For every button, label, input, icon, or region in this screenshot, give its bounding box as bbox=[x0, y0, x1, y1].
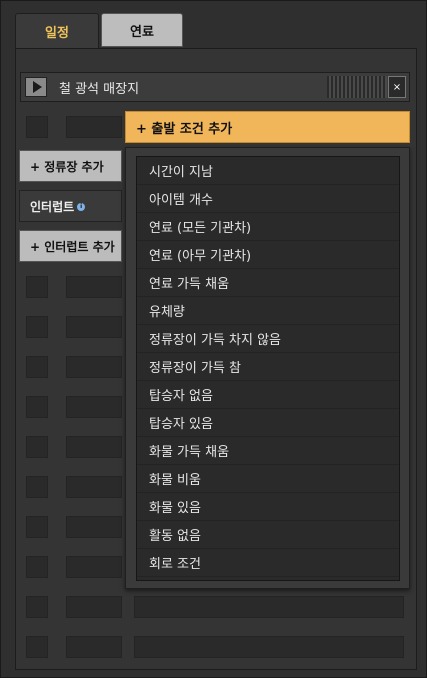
station-row: 철 광석 매장지 × bbox=[20, 72, 410, 102]
condition-item[interactable]: 활동 없음 bbox=[137, 521, 399, 549]
empty-slot bbox=[26, 276, 48, 298]
condition-item[interactable]: 아이템 개수 bbox=[137, 185, 399, 213]
empty-slot bbox=[26, 356, 48, 378]
condition-item[interactable]: 화물 비움 bbox=[137, 465, 399, 493]
empty-slot bbox=[66, 516, 122, 538]
drag-handle[interactable] bbox=[327, 76, 387, 98]
condition-item[interactable]: 화물 있음 bbox=[137, 493, 399, 521]
play-icon bbox=[32, 81, 42, 93]
empty-slot bbox=[26, 516, 48, 538]
add-station-button[interactable]: + 정류장 추가 bbox=[19, 150, 122, 182]
empty-slot bbox=[66, 356, 122, 378]
empty-slot bbox=[26, 116, 48, 138]
empty-slot bbox=[26, 556, 48, 578]
empty-slot bbox=[26, 596, 48, 618]
add-station-label: + 정류장 추가 bbox=[30, 159, 104, 174]
condition-item[interactable]: 화물 가득 채움 bbox=[137, 437, 399, 465]
empty-slot bbox=[66, 316, 122, 338]
tab-schedule[interactable]: 일정 bbox=[15, 13, 99, 49]
info-icon[interactable]: i bbox=[77, 203, 86, 211]
condition-item[interactable]: 연료 가득 채움 bbox=[137, 269, 399, 297]
condition-item[interactable]: 연료 (모든 기관차) bbox=[137, 213, 399, 241]
empty-slot bbox=[66, 476, 122, 498]
condition-item[interactable]: 회로 조건 bbox=[137, 549, 399, 577]
empty-slot bbox=[66, 636, 122, 658]
condition-item[interactable]: 탑승자 있음 bbox=[137, 409, 399, 437]
empty-slot bbox=[66, 276, 122, 298]
empty-slot bbox=[66, 116, 122, 138]
empty-slot bbox=[66, 436, 122, 458]
add-interrupt-button[interactable]: + 인터럽트 추가 bbox=[19, 230, 122, 262]
empty-slot bbox=[66, 396, 122, 418]
empty-slot bbox=[134, 596, 404, 618]
interrupt-label: 인터럽트 i bbox=[19, 190, 122, 222]
condition-item[interactable]: 연료 (아무 기관차) bbox=[137, 241, 399, 269]
empty-slot bbox=[26, 436, 48, 458]
empty-slot bbox=[26, 316, 48, 338]
condition-item[interactable]: 탑승자 없음 bbox=[137, 381, 399, 409]
add-condition-button[interactable]: + 출발 조건 추가 bbox=[125, 111, 410, 143]
condition-list: 시간이 지남 아이템 개수 연료 (모든 기관차) 연료 (아무 기관차) 연료 가득 … bbox=[136, 156, 400, 581]
close-button[interactable]: × bbox=[388, 76, 406, 98]
empty-slot bbox=[66, 596, 122, 618]
interrupt-text: 인터럽트 bbox=[30, 199, 75, 214]
condition-item[interactable]: 정류장이 가득 차지 않음 bbox=[137, 325, 399, 353]
empty-slot bbox=[134, 636, 404, 658]
add-condition-label: + 출발 조건 추가 bbox=[136, 121, 233, 137]
condition-item[interactable]: 유체량 bbox=[137, 297, 399, 325]
station-name: 철 광석 매장지 bbox=[59, 82, 140, 97]
condition-item[interactable]: 시간이 지남 bbox=[137, 157, 399, 185]
tab-fuel[interactable]: 연료 bbox=[101, 13, 183, 47]
empty-slot bbox=[26, 476, 48, 498]
empty-slot bbox=[26, 636, 48, 658]
add-interrupt-label: + 인터럽트 추가 bbox=[30, 239, 115, 254]
play-button[interactable] bbox=[25, 77, 47, 97]
condition-item[interactable]: 정류장이 가득 참 bbox=[137, 353, 399, 381]
empty-slot bbox=[26, 396, 48, 418]
condition-dropdown: 시간이 지남 아이템 개수 연료 (모든 기관차) 연료 (아무 기관차) 연료 가득 … bbox=[125, 147, 410, 589]
empty-slot bbox=[66, 556, 122, 578]
